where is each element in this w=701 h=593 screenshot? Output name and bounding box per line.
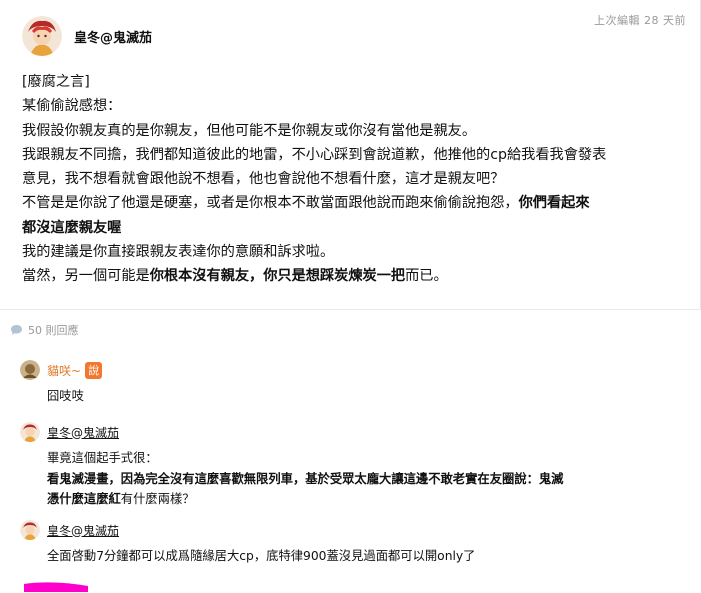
post-text: 當然，另一個可能是 <box>22 268 150 285</box>
section-divider <box>0 309 701 310</box>
post-card: 上次編輯 28 天前 皇冬@鬼滅茄 [廢腐之言] 某偷偷說感想： 我假設你親友真… <box>0 0 701 310</box>
post-text: 而已。 <box>405 268 448 285</box>
comment-body: 囧吱吱 <box>47 386 690 407</box>
post-line: 意見，我不想看就會跟他說不想看，他也會說他不想看什麼，這才是親友吧？ <box>22 171 505 188</box>
comment-bold-text: 看鬼滅漫畫，因為完全沒有這麼喜歡無限列車，基於受眾太龐大讓這邊不敢老實在友圈說：… <box>47 471 564 486</box>
post-author[interactable]: 皇冬@鬼滅茄 <box>22 16 152 56</box>
comment-line: 看鬼滅漫畫，因為完全沒有這麼喜歡無限列車，基於受眾太龐大讓這邊不敢老實在友圈說：… <box>47 469 690 490</box>
post-line: 我的建議是你直接跟親友表達你的意願和訴求啦。 <box>22 244 335 261</box>
commenter-name[interactable]: 皇冬@鬼滅茄 <box>47 522 119 539</box>
post-bold-text: 你們看起來 <box>518 195 590 212</box>
post-line: 某偷偷說感想： <box>22 98 122 115</box>
avatar[interactable] <box>20 360 40 380</box>
commenter-name[interactable]: 貓咲~ <box>47 362 81 379</box>
post-text: 不管是是你說了他還是硬塞，或者是你根本不敢當面跟他說而跑來偷偷說抱怨， <box>22 195 519 212</box>
comment-text: 有什麼兩樣？ <box>120 492 195 506</box>
reply-count-label: 50 則回應 <box>28 324 79 337</box>
comment-body: 畢竟這個起手式很： 看鬼滅漫畫，因為完全沒有這麼喜歡無限列車，基於受眾太龐大讓這… <box>47 448 690 510</box>
author-name[interactable]: 皇冬@鬼滅茄 <box>74 27 152 46</box>
highlight-mark <box>24 582 88 592</box>
post-line: 我跟親友不同擔，我們都知道彼此的地雷，不小心踩到會說道歉，他推他的cp給我看我會… <box>22 146 607 163</box>
post-line: 當然，另一個可能是你根本沒有親友，你只是想踩炭煉炭一把而已。 <box>22 264 682 288</box>
post-line: 我假設你親友真的是你親友，但他可能不是你親友或你沒有當他是親友。 <box>22 122 477 139</box>
post-bold-text: 你根本沒有親友，你只是想踩炭煉炭一把 <box>149 268 406 285</box>
comment-line: 憑什麼這麼紅有什麼兩樣？ <box>47 489 690 510</box>
commenter-name[interactable]: 皇冬@鬼滅茄 <box>47 424 119 441</box>
comment-item: 皇冬@鬼滅茄 全面啓動7分鐘都可以成爲隨緣居大cp，底特律900蓋沒見過面都可以… <box>20 520 690 567</box>
comment-bold-text: 憑什麼這麼紅 <box>47 492 121 506</box>
comment-line: 畢竟這個起手式很： <box>47 451 158 465</box>
comment-item: 皇冬@鬼滅茄 畢竟這個起手式很： 看鬼滅漫畫，因為完全沒有這麼喜歡無限列車，基於… <box>20 422 690 510</box>
avatar[interactable] <box>22 16 62 56</box>
post-content: [廢腐之言] 某偷偷說感想： 我假設你親友真的是你親友，但他可能不是你親友或你沒… <box>22 70 682 289</box>
speaker-badge: 說 <box>85 361 103 379</box>
post-line: [廢腐之言] <box>22 74 90 90</box>
speech-bubble-icon <box>11 325 22 335</box>
comment-item: 貓咲~ 說 囧吱吱 <box>20 360 690 407</box>
avatar[interactable] <box>20 422 40 442</box>
reply-count[interactable]: 50 則回應 <box>10 322 79 338</box>
comment-line: 全面啓動7分鐘都可以成爲隨緣居大cp，底特律900蓋沒見過面都可以開only了 <box>47 549 476 563</box>
post-line: 都沒這麼親友喔 <box>22 216 682 240</box>
post-line: 不管是是你說了他還是硬塞，或者是你根本不敢當面跟他說而跑來偷偷說抱怨，你們看起來 <box>22 191 682 215</box>
post-bold-text: 都沒這麼親友喔 <box>22 219 122 236</box>
avatar[interactable] <box>20 520 40 540</box>
comment-body: 全面啓動7分鐘都可以成爲隨緣居大cp，底特律900蓋沒見過面都可以開only了 <box>47 546 690 567</box>
edited-timestamp: 上次編輯 28 天前 <box>594 14 686 27</box>
comment-line: 囧吱吱 <box>47 389 84 403</box>
